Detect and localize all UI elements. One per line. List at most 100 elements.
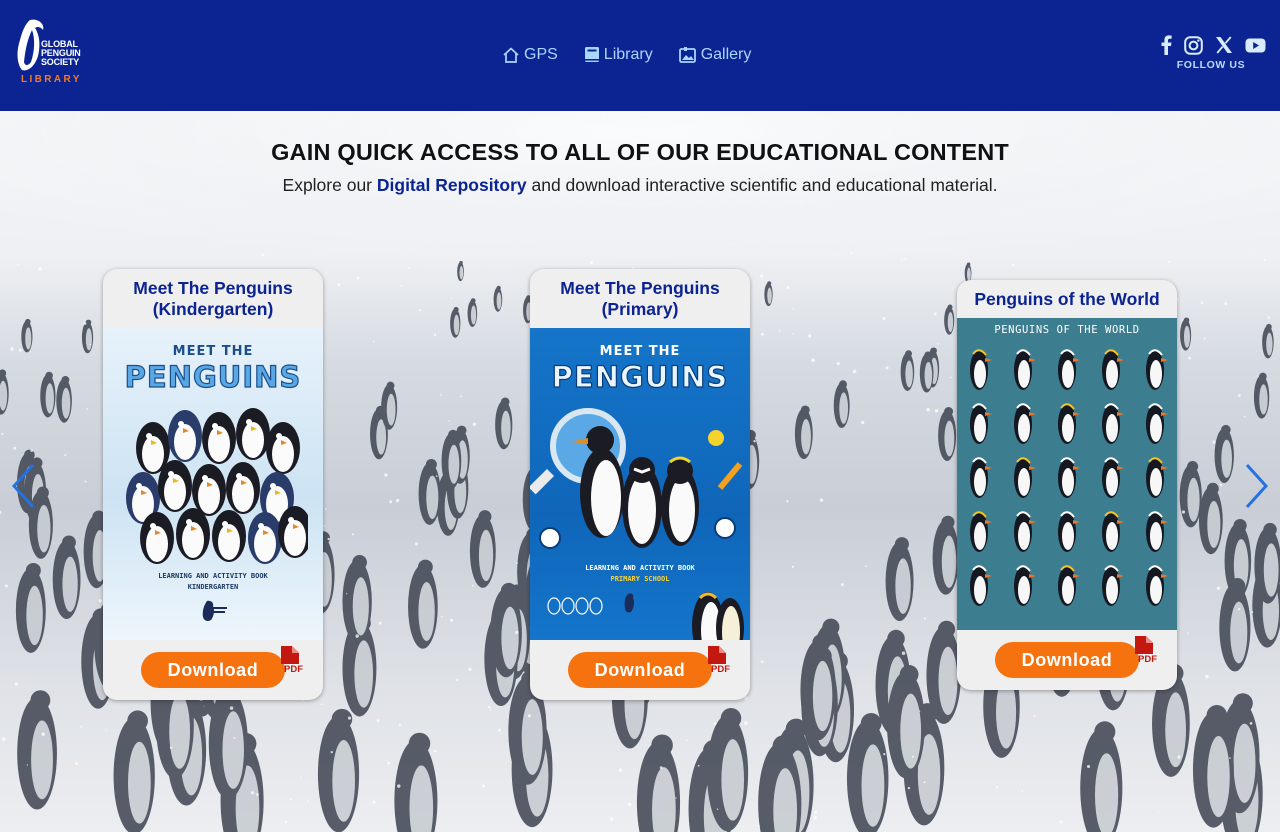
poster-penguins-of-the-world[interactable]: PENGUINS OF THE WORLD xyxy=(957,318,1177,630)
download-button[interactable]: Download xyxy=(141,652,285,688)
penguin-silhouette-belly xyxy=(938,646,958,716)
snowflake xyxy=(686,739,688,742)
penguin-silhouette-head xyxy=(352,554,367,570)
penguin-silhouette-belly xyxy=(448,444,460,484)
species-penguin-belly xyxy=(974,576,986,604)
penguin-silhouette-head xyxy=(30,690,51,711)
snowflake xyxy=(80,725,82,728)
snowflake xyxy=(840,583,844,587)
site-logo[interactable]: GLOBAL PENGUIN SOCIETY LIBRARY xyxy=(16,18,106,88)
snowflake xyxy=(1021,789,1024,792)
snowflake xyxy=(714,722,717,725)
penguin-silhouette-head xyxy=(1094,721,1116,743)
snowflake xyxy=(327,537,330,541)
penguin-silhouette-belly xyxy=(352,577,369,636)
youtube-icon[interactable] xyxy=(1245,38,1266,53)
penguin-silhouette-belly xyxy=(861,744,885,827)
snowflake xyxy=(323,525,326,527)
nav-gps-label: GPS xyxy=(524,46,558,63)
snowflake xyxy=(950,376,952,379)
snowflake xyxy=(1181,510,1186,514)
penguin-silhouette-head xyxy=(785,718,807,740)
penguin-eye xyxy=(258,523,264,529)
pdf-icon[interactable]: PDF xyxy=(279,645,307,675)
download-button[interactable]: Download xyxy=(568,652,712,688)
species-penguin-belly xyxy=(1106,360,1118,388)
hero-subline: Explore our Digital Repository and downl… xyxy=(0,175,1280,196)
snowflake xyxy=(882,317,886,320)
snowflake xyxy=(1229,757,1231,759)
penguin-silhouette-belly xyxy=(1187,477,1200,522)
card-title-line1: Penguins of the World xyxy=(974,289,1160,309)
subline-suffix: and download interactive scientific and … xyxy=(526,175,998,195)
nav-gps[interactable]: GPS xyxy=(502,46,558,64)
snowflake xyxy=(813,815,818,820)
species-penguin-beak xyxy=(985,574,992,578)
resource-card-primary: Meet The Penguins (Primary) MEET THE PEN… xyxy=(530,269,750,700)
species-penguin-beak xyxy=(1161,466,1168,470)
penguin-silhouette-head xyxy=(456,425,467,436)
snowflake xyxy=(387,761,390,765)
card-footer: Download PDF xyxy=(957,630,1177,690)
follow-us-label: FOLLOW US xyxy=(1176,59,1246,71)
nav-gallery-label: Gallery xyxy=(700,46,752,63)
penguin-silhouette-head xyxy=(941,515,955,529)
snowflake xyxy=(378,621,382,625)
card-footer: Download PDF xyxy=(530,640,750,700)
snowflake xyxy=(1216,586,1221,590)
facebook-icon[interactable] xyxy=(1160,35,1172,55)
snowflake xyxy=(791,565,795,568)
penguin-silhouette-belly xyxy=(25,327,32,350)
snowflake xyxy=(609,817,614,821)
pdf-icon[interactable]: PDF xyxy=(1133,635,1161,665)
x-icon[interactable] xyxy=(1215,36,1233,54)
snowflake xyxy=(1086,764,1091,769)
species-penguin-beak xyxy=(1161,520,1168,524)
snowflake xyxy=(1188,356,1192,360)
penguin-silhouette-belly xyxy=(1207,500,1221,549)
penguin-silhouette-belly xyxy=(924,361,933,390)
snowflake xyxy=(395,498,400,503)
chevron-right-icon[interactable] xyxy=(1241,463,1271,509)
pdf-icon[interactable]: PDF xyxy=(706,645,734,675)
species-penguin-beak xyxy=(1029,466,1036,470)
penguin-silhouette-head xyxy=(408,732,431,755)
book-cover-primary[interactable]: MEET THE PENGUINS LEARNING AND ACTIVITY … xyxy=(530,328,750,640)
snowflake xyxy=(786,500,789,503)
download-button[interactable]: Download xyxy=(995,642,1139,678)
snowflake xyxy=(98,599,102,603)
species-penguin-beak xyxy=(1117,520,1124,524)
snowflake xyxy=(814,810,818,814)
snowflake xyxy=(864,565,867,568)
snowflake xyxy=(1251,611,1254,614)
species-penguin-belly xyxy=(1150,468,1162,496)
penguin-silhouette-head xyxy=(839,380,847,389)
book-cover-kindergarten[interactable]: MEET THE PENGUINS LEARNING AND ACTIVITY … xyxy=(103,328,323,640)
snowflake xyxy=(346,593,348,595)
species-penguin-beak xyxy=(1073,412,1080,416)
penguin-eye xyxy=(150,523,156,529)
nav-gallery[interactable]: Gallery xyxy=(678,46,752,64)
species-penguin-belly xyxy=(1106,414,1118,442)
snowflake xyxy=(482,784,486,788)
species-penguin-belly xyxy=(1150,522,1162,550)
penguin-eye xyxy=(288,517,294,523)
penguin-silhouette-belly xyxy=(1263,543,1279,597)
snowflake xyxy=(1177,755,1181,759)
snowflake xyxy=(347,716,352,720)
chevron-left-icon[interactable] xyxy=(9,463,39,509)
species-penguin-belly xyxy=(974,468,986,496)
cover-caption-level: PRIMARY SCHOOL xyxy=(610,575,670,583)
nav-library[interactable]: Library xyxy=(584,46,653,64)
penguin-eye xyxy=(270,483,276,489)
snowflake xyxy=(808,334,812,338)
gallery-icon xyxy=(678,47,696,63)
penguin-silhouette-belly xyxy=(521,699,543,775)
snowflake xyxy=(26,764,28,766)
penguin-silhouette-head xyxy=(127,710,148,732)
card-title-line1: Meet The Penguins xyxy=(560,278,720,298)
digital-repository-link[interactable]: Digital Repository xyxy=(377,175,527,195)
species-penguin-beak xyxy=(1029,358,1036,362)
penguin-silhouette-head xyxy=(500,582,517,599)
instagram-icon[interactable] xyxy=(1184,35,1203,55)
